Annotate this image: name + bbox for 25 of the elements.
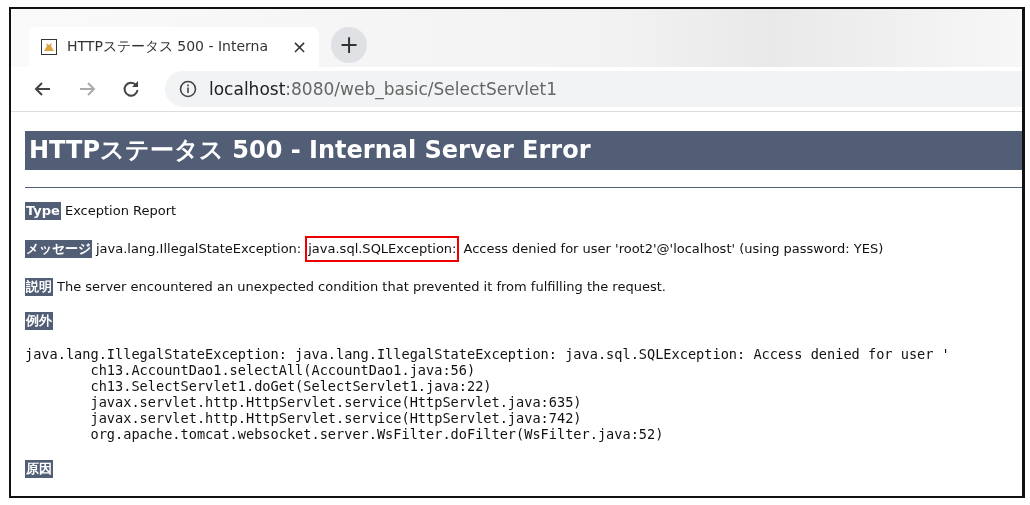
url-text: localhost:8080/web_basic/SelectServlet1 xyxy=(209,79,557,99)
stack-trace-line: java.lang.IllegalStateException: java.lang.IllegalStateException: java.sql.SQLException: Access denied for user ' xyxy=(25,346,951,362)
field-label: 説明 xyxy=(25,278,53,296)
stack-trace-line: org.apache.tomcat.websocket.server.WsFilter.doFilter(WsFilter.java:52) xyxy=(89,426,665,442)
info-icon xyxy=(179,80,197,98)
stack-trace-line: ch13.AccountDao1.selectAll(AccountDao1.java:56) xyxy=(89,362,477,378)
field-text: The server encountered an unexpected condition that prevented it from fulfilling the request. xyxy=(57,278,666,296)
tab-title: HTTPステータス 500 - Interna xyxy=(67,38,269,56)
field-text: java.lang.IllegalStateException: xyxy=(96,240,302,258)
stack-trace-line: javax.servlet.http.HttpServlet.service(HttpServlet.java:742) xyxy=(89,410,583,426)
reload-icon[interactable] xyxy=(121,79,141,99)
section-label: 原因 xyxy=(25,460,53,478)
section-label: 例外 xyxy=(25,312,53,330)
stack-trace-line: ch13.SelectServlet1.doGet(SelectServlet1.java:22) xyxy=(89,378,493,394)
new-tab-button[interactable]: + xyxy=(331,27,367,63)
browser-tab[interactable]: HTTPステータス 500 - Interna × xyxy=(29,27,319,67)
highlighted-text: java.sql.SQLException: xyxy=(305,236,460,262)
field-text: Exception Report xyxy=(64,202,177,220)
page-heading: HTTPステータス 500 - Internal Server Error xyxy=(25,131,1022,170)
close-icon[interactable]: × xyxy=(291,38,307,56)
field-label: メッセージ xyxy=(25,240,92,258)
address-bar[interactable]: localhost:8080/web_basic/SelectServlet1 xyxy=(165,71,1022,107)
field-text: Access denied for user 'root2'@'localhost' (using password: YES) xyxy=(463,240,884,258)
field-label: Type xyxy=(25,202,61,220)
stack-trace-line: javax.servlet.http.HttpServlet.service(HttpServlet.java:635) xyxy=(89,394,583,410)
